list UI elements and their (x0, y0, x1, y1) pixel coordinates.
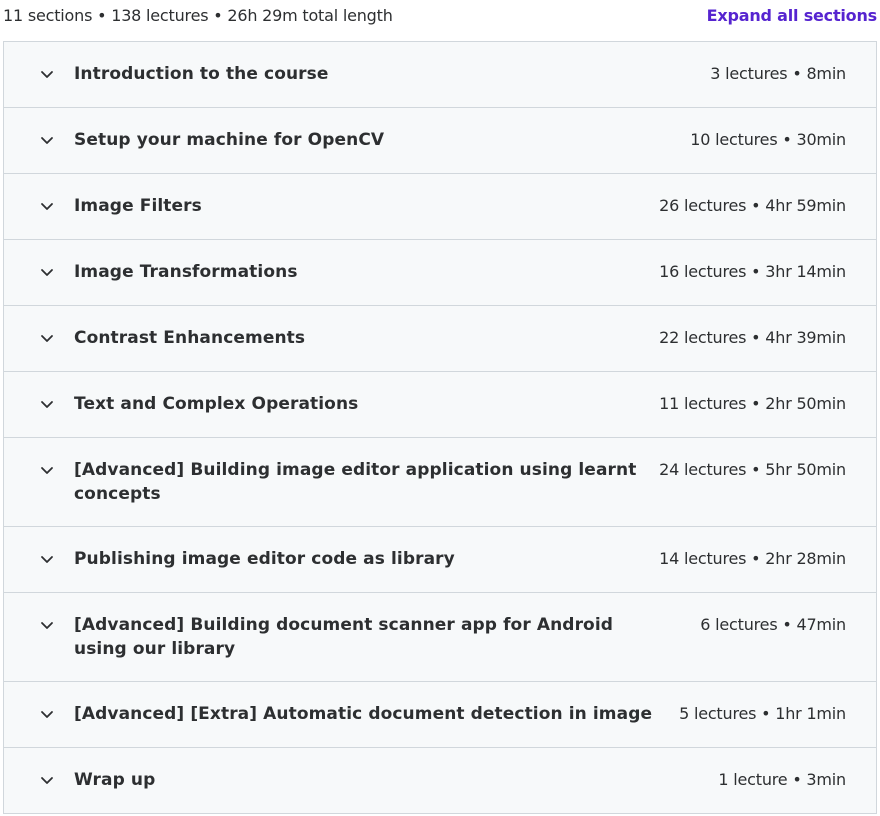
section-panel[interactable]: Wrap up 1 lecture • 3min (4, 748, 876, 814)
sections-list: Introduction to the course 3 lectures • … (3, 41, 877, 814)
section-title: Introduction to the course (74, 64, 329, 84)
section-panel[interactable]: Image Filters 26 lectures • 4hr 59min (4, 174, 876, 240)
section-meta: 24 lectures • 5hr 50min (659, 460, 846, 479)
chevron-down-icon (39, 772, 55, 788)
chevron-down-icon (39, 462, 55, 478)
section-title: [Advanced] Building document scanner app… (74, 615, 614, 659)
section-meta: 5 lectures • 1hr 1min (679, 704, 846, 723)
section-title: Image Filters (74, 196, 202, 216)
section-title: Contrast Enhancements (74, 328, 306, 348)
chevron-down-icon (39, 330, 55, 346)
section-panel[interactable]: Image Transformations 16 lectures • 3hr … (4, 240, 876, 306)
section-panel[interactable]: Introduction to the course 3 lectures • … (4, 42, 876, 108)
section-meta: 11 lectures • 2hr 50min (659, 394, 846, 413)
curriculum-summary: 11 sections • 138 lectures • 26h 29m tot… (3, 6, 393, 25)
chevron-down-icon (39, 617, 55, 633)
section-title: Publishing image editor code as library (74, 549, 455, 569)
section-panel[interactable]: Text and Complex Operations 11 lectures … (4, 372, 876, 438)
section-panel[interactable]: Contrast Enhancements 22 lectures • 4hr … (4, 306, 876, 372)
chevron-down-icon (39, 551, 55, 567)
section-title: Text and Complex Operations (74, 394, 359, 414)
section-meta: 6 lectures • 47min (700, 615, 846, 634)
section-meta: 22 lectures • 4hr 39min (659, 328, 846, 347)
expand-all-sections-button[interactable]: Expand all sections (707, 6, 878, 26)
section-panel[interactable]: [Advanced] Building document scanner app… (4, 593, 876, 682)
section-title: Setup your machine for OpenCV (74, 130, 385, 150)
section-meta: 1 lecture • 3min (718, 770, 846, 789)
section-panel[interactable]: [Advanced] Building image editor applica… (4, 438, 876, 527)
section-meta: 26 lectures • 4hr 59min (659, 196, 846, 215)
course-content: 11 sections • 138 lectures • 26h 29m tot… (0, 0, 880, 816)
section-title: Wrap up (74, 770, 156, 790)
section-meta: 14 lectures • 2hr 28min (659, 549, 846, 568)
section-title: Image Transformations (74, 262, 298, 282)
chevron-down-icon (39, 198, 55, 214)
section-meta: 10 lectures • 30min (690, 130, 846, 149)
chevron-down-icon (39, 706, 55, 722)
chevron-down-icon (39, 132, 55, 148)
section-panel[interactable]: [Advanced] [Extra] Automatic document de… (4, 682, 876, 748)
curriculum-header: 11 sections • 138 lectures • 26h 29m tot… (0, 0, 880, 32)
chevron-down-icon (39, 66, 55, 82)
section-title: [Advanced] [Extra] Automatic document de… (74, 704, 653, 724)
chevron-down-icon (39, 396, 55, 412)
chevron-down-icon (39, 264, 55, 280)
section-panel[interactable]: Publishing image editor code as library … (4, 527, 876, 593)
section-title: [Advanced] Building image editor applica… (74, 460, 637, 504)
section-panel[interactable]: Setup your machine for OpenCV 10 lecture… (4, 108, 876, 174)
section-meta: 3 lectures • 8min (710, 64, 846, 83)
section-meta: 16 lectures • 3hr 14min (659, 262, 846, 281)
